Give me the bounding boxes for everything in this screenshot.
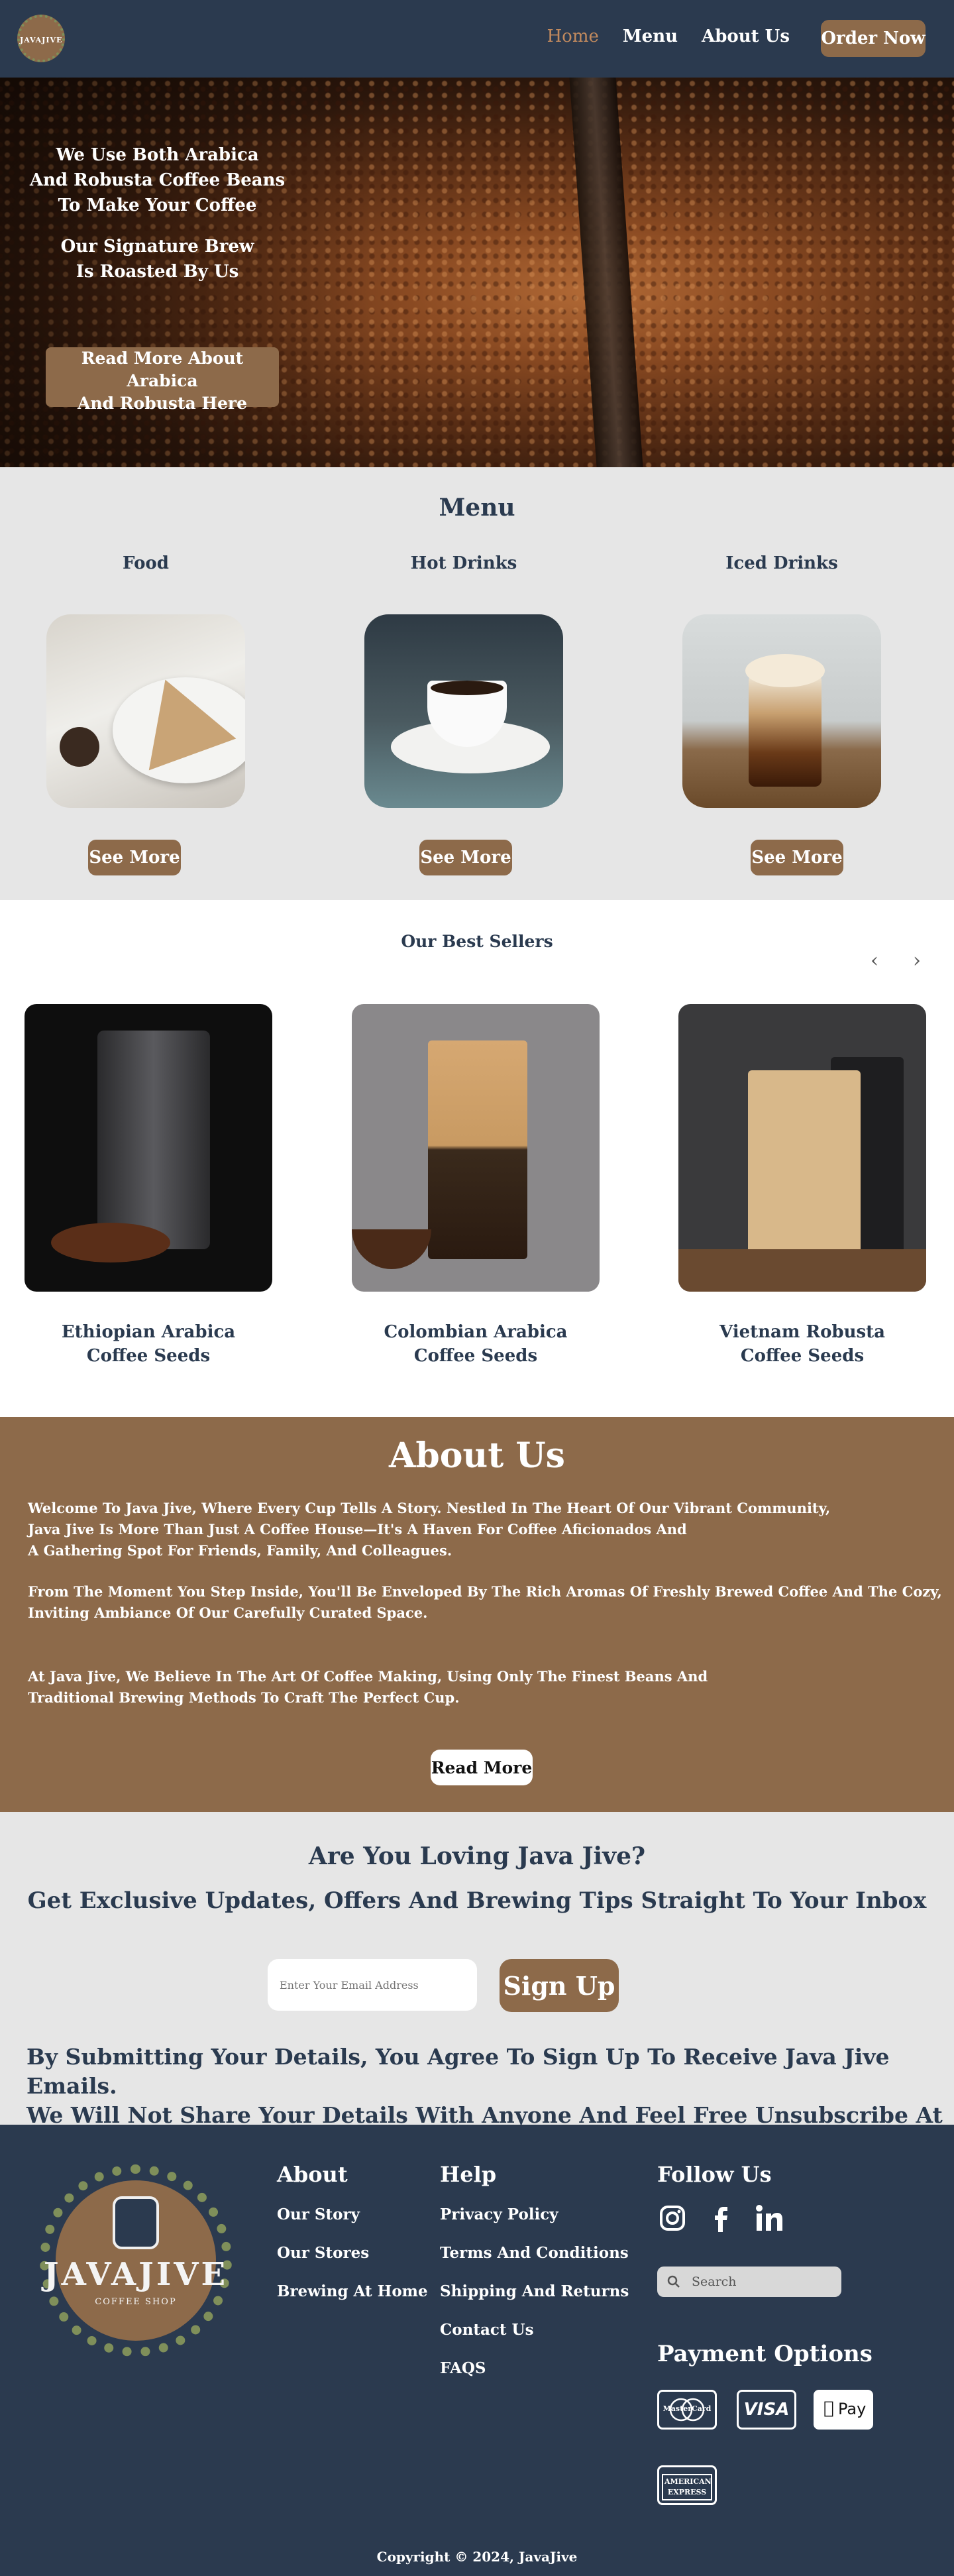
linkedin-icon[interactable]	[754, 2203, 786, 2235]
nav-link-about[interactable]: About Us	[702, 27, 790, 46]
see-more-hot-drinks-button[interactable]: See More	[419, 840, 512, 875]
menu-category-hot-drinks: Hot Drinks See More	[364, 553, 563, 875]
facebook-icon[interactable]	[705, 2203, 737, 2235]
footer-help-title: Help	[440, 2162, 497, 2187]
footer-brand-sub: COFFEE SHOP	[95, 2297, 177, 2307]
menu-section: Menu Food See More Hot Drinks See More I…	[0, 467, 954, 900]
footer-help-column: Help Privacy Policy Terms And Conditions…	[440, 2162, 629, 2398]
footer-link-terms[interactable]: Terms And Conditions	[440, 2244, 629, 2262]
nav-link-menu[interactable]: Menu	[623, 27, 678, 46]
about-paragraph-3: At Java Jive, We Believe In The Art Of C…	[28, 1668, 708, 1706]
carousel-next-icon[interactable]: ›	[913, 949, 921, 972]
see-more-iced-drinks-button[interactable]: See More	[751, 840, 843, 875]
sign-up-button[interactable]: Sign Up	[500, 1959, 619, 2012]
logo-text: JAVAJIVE	[20, 36, 63, 44]
best-sellers-section: Our Best Sellers ‹ › Ethiopian Arabica C…	[0, 900, 954, 1417]
iced-coffee-image[interactable]	[682, 614, 881, 808]
footer-link-privacy[interactable]: Privacy Policy	[440, 2206, 629, 2223]
product-image-ethiopian[interactable]	[25, 1004, 272, 1292]
footer: JAVAJIVE COFFEE SHOP About Our Story Our…	[0, 2125, 954, 2576]
mastercard-icon: MasterCard	[657, 2390, 717, 2430]
order-now-button[interactable]: Order Now	[821, 20, 926, 57]
logo[interactable]: JAVAJIVE	[17, 15, 65, 62]
footer-link-shipping[interactable]: Shipping And Returns	[440, 2282, 629, 2300]
hero-text-beans: We Use Both Arabica And Robusta Coffee B…	[29, 145, 286, 215]
about-title: About Us	[389, 1435, 565, 1476]
follow-title: Follow Us	[657, 2162, 772, 2187]
newsletter-subtitle: Get Exclusive Updates, Offers And Brewin…	[27, 1887, 927, 1914]
payment-options-title: Payment Options	[657, 2341, 873, 2367]
product-image-vietnam[interactable]	[678, 1004, 926, 1292]
carousel-prev-icon[interactable]: ‹	[871, 949, 878, 972]
footer-about-title: About	[277, 2162, 348, 2187]
search-icon	[667, 2275, 680, 2288]
instagram-icon[interactable]	[657, 2203, 689, 2235]
read-more-button[interactable]: Read More	[431, 1750, 533, 1785]
email-field[interactable]	[268, 1959, 477, 2011]
footer-link-our-stores[interactable]: Our Stores	[277, 2244, 428, 2262]
apple-pay-icon:  Pay	[814, 2390, 873, 2430]
footer-about-column: About Our Story Our Stores Brewing At Ho…	[277, 2162, 428, 2321]
hot-coffee-image[interactable]	[364, 614, 563, 808]
footer-logo[interactable]: JAVAJIVE COFFEE SHOP	[33, 2164, 238, 2363]
hero-text-brew: Our Signature Brew Is Roasted By Us	[60, 237, 254, 282]
see-more-food-button[interactable]: See More	[88, 840, 181, 875]
newsletter-section: Are You Loving Java Jive? Get Exclusive …	[0, 1812, 954, 2157]
menu-category-iced-drinks: Iced Drinks See More	[682, 553, 881, 875]
about-paragraph-1: Welcome To Java Jive, Where Every Cup Te…	[28, 1500, 831, 1559]
menu-title: Menu	[439, 494, 515, 522]
copyright-text: Copyright © 2024, JavaJive	[376, 2549, 578, 2565]
footer-link-our-story[interactable]: Our Story	[277, 2206, 428, 2223]
footer-link-brewing[interactable]: Brewing At Home	[277, 2282, 428, 2300]
newsletter-question: Are You Loving Java Jive?	[308, 1842, 646, 1870]
category-label: Hot Drinks	[410, 553, 517, 573]
about-section: About Us Welcome To Java Jive, Where Eve…	[0, 1417, 954, 1812]
footer-brand: JAVAJIVE	[43, 2256, 229, 2293]
hero-banner: We Use Both Arabica And Robusta Coffee B…	[0, 78, 954, 467]
footer-link-faqs[interactable]: FAQS	[440, 2359, 629, 2377]
product-image-colombian[interactable]	[352, 1004, 600, 1292]
nav-links: Home Menu About Us	[547, 27, 790, 46]
nav-link-home[interactable]: Home	[547, 27, 599, 46]
category-label: Food	[123, 553, 169, 573]
best-sellers-title: Our Best Sellers	[401, 932, 553, 951]
product-name[interactable]: Vietnam Robusta Coffee Seeds	[678, 1320, 926, 1368]
footer-search[interactable]: Search	[657, 2267, 841, 2297]
visa-icon: VISA	[737, 2390, 796, 2430]
cake-image[interactable]	[46, 614, 245, 808]
top-nav: JAVAJIVE Home Menu About Us Order Now	[0, 0, 954, 78]
about-paragraph-2: From The Moment You Step Inside, You'll …	[28, 1583, 942, 1621]
menu-category-food: Food See More	[46, 553, 245, 875]
category-label: Iced Drinks	[725, 553, 838, 573]
american-express-icon: AMERICAN EXPRESS	[657, 2465, 717, 2505]
product-name[interactable]: Ethiopian Arabica Coffee Seeds	[25, 1320, 272, 1368]
search-placeholder: Search	[692, 2274, 737, 2289]
barrel-icon	[113, 2196, 159, 2249]
product-name[interactable]: Colombian Arabica Coffee Seeds	[352, 1320, 600, 1368]
read-more-arabica-button[interactable]: Read More About Arabica And Robusta Here	[46, 347, 279, 413]
footer-link-contact[interactable]: Contact Us	[440, 2321, 629, 2339]
footer-follow: Follow Us	[657, 2162, 772, 2187]
